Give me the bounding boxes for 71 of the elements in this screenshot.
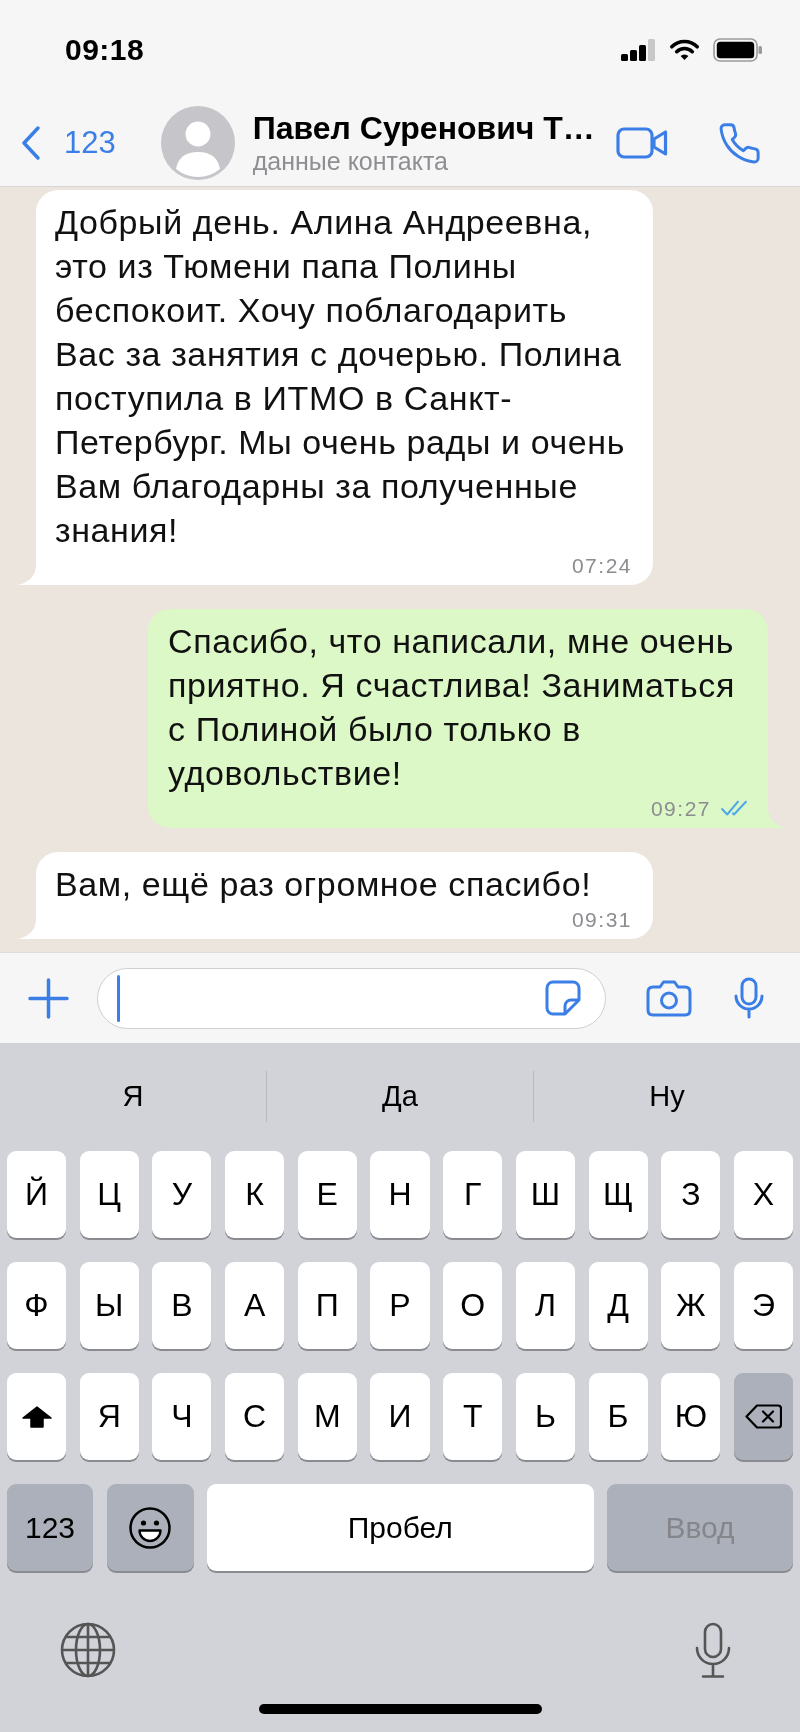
key[interactable]: К — [225, 1151, 285, 1238]
key[interactable]: Г — [443, 1151, 503, 1238]
message-time: 09:27 — [650, 796, 711, 822]
key[interactable]: Р — [370, 1262, 430, 1349]
voice-call-button[interactable] — [719, 122, 760, 164]
plus-icon — [28, 977, 69, 1019]
message-text: Добрый день. Алина Андреевна, это из Тюмени папа Полины беспокоит. Хочу поблагодарить Вас за занятия с дочерью. Полина поступила в ИТМО в Санкт-Петербург. Мы очень рады и очень Вам благодарны за полученные знания! — [55, 202, 626, 551]
video-call-button[interactable] — [616, 127, 668, 159]
key[interactable]: Э — [734, 1262, 793, 1349]
key[interactable]: Т — [443, 1373, 503, 1460]
message-time: 07:24 — [571, 553, 632, 579]
key[interactable]: П — [297, 1262, 357, 1349]
smiley-icon — [129, 1506, 171, 1549]
message-text: Спасибо, что написали, мне очень приятно. Я счастлива! Заниматься с Полиной было только в удовольствие! — [168, 621, 736, 794]
key[interactable]: У — [152, 1151, 212, 1238]
dictation-button[interactable] — [694, 1621, 732, 1679]
key[interactable]: А — [225, 1262, 285, 1349]
key[interactable]: Я — [79, 1373, 139, 1460]
shift-arrow-icon — [21, 1405, 52, 1428]
key[interactable]: М — [297, 1373, 357, 1460]
sticker-icon — [545, 980, 581, 1016]
key[interactable]: С — [225, 1373, 285, 1460]
key[interactable]: Ч — [152, 1373, 212, 1460]
key[interactable]: Д — [588, 1262, 648, 1349]
phone-icon — [719, 122, 760, 164]
key[interactable]: Н — [370, 1151, 430, 1238]
numbers-key[interactable]: 123 — [7, 1484, 93, 1571]
video-camera-icon — [616, 127, 668, 159]
message-time: 09:31 — [571, 907, 632, 933]
key[interactable]: Й — [7, 1151, 66, 1238]
globe-icon — [60, 1622, 116, 1678]
back-chevron-icon — [20, 125, 41, 161]
key[interactable]: Ф — [7, 1262, 66, 1349]
key[interactable]: Е — [297, 1151, 357, 1238]
message-text: Вам, ещё раз огромное спасибо! — [55, 864, 593, 905]
suggestion[interactable]: Да — [267, 1066, 533, 1126]
signal-icon — [621, 39, 656, 61]
key[interactable]: Ш — [515, 1151, 575, 1238]
camera-button[interactable] — [646, 979, 692, 1017]
voice-message-button[interactable] — [733, 977, 765, 1019]
contact-name[interactable]: Павел Суренович Т… — [252, 110, 596, 146]
attach-button[interactable] — [28, 977, 69, 1019]
key[interactable]: Б — [588, 1373, 648, 1460]
key[interactable]: З — [661, 1151, 721, 1238]
backspace-key[interactable] — [734, 1373, 793, 1460]
key[interactable]: Ц — [79, 1151, 139, 1238]
back-button[interactable]: 123 — [20, 125, 116, 161]
emoji-key[interactable] — [106, 1484, 194, 1571]
status-time: 09:18 — [65, 33, 145, 67]
microphone-icon — [733, 977, 765, 1019]
wifi-icon — [668, 39, 701, 61]
backspace-icon — [745, 1404, 782, 1429]
key[interactable]: Ы — [79, 1262, 139, 1349]
space-key[interactable]: Пробел — [207, 1484, 594, 1571]
microphone-icon — [694, 1621, 732, 1679]
camera-icon — [646, 979, 692, 1017]
key[interactable]: Щ — [588, 1151, 648, 1238]
key[interactable]: В — [152, 1262, 212, 1349]
key[interactable]: Ж — [661, 1262, 721, 1349]
key[interactable]: Х — [734, 1151, 793, 1238]
key[interactable]: Ь — [515, 1373, 575, 1460]
battery-icon — [713, 38, 763, 62]
key[interactable]: О — [443, 1262, 503, 1349]
shift-key[interactable] — [7, 1373, 66, 1460]
suggestion[interactable]: Ну — [534, 1066, 800, 1126]
sticker-button[interactable] — [545, 980, 581, 1016]
key[interactable]: Ю — [661, 1373, 721, 1460]
language-button[interactable] — [60, 1622, 116, 1678]
suggestion[interactable]: Я — [0, 1066, 266, 1126]
key[interactable]: Л — [515, 1262, 575, 1349]
key[interactable]: И — [370, 1373, 430, 1460]
